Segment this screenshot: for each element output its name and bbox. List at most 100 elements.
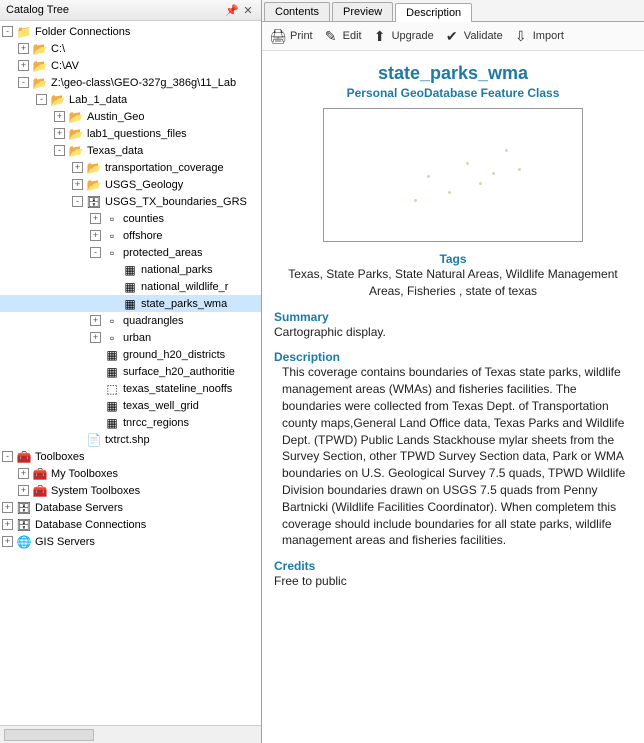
tree-node[interactable]: +🗄Database Servers [0,499,261,516]
tree-node[interactable]: ⬚texas_stateline_nooffs [0,380,261,397]
node-label: transportation_coverage [105,162,224,174]
node-label: surface_h20_authoritie [123,366,235,378]
tree-node[interactable]: ▦national_wildlife_r [0,278,261,295]
tab-description[interactable]: Description [395,3,472,22]
node-icon: ▫ [104,331,120,345]
tree-node[interactable]: +▫offshore [0,227,261,244]
tree-node[interactable]: ▦national_parks [0,261,261,278]
node-icon: 📂 [68,110,84,124]
close-icon[interactable]: ✕ [241,3,255,17]
node-label: offshore [123,230,163,242]
toggle-spacer [90,366,101,377]
credits-text: Free to public [274,573,632,590]
import-button[interactable]: ⇩Import [513,28,564,44]
thumbnail-preview [323,108,583,242]
tree-node[interactable]: +🧰System Toolboxes [0,482,261,499]
expand-icon[interactable]: + [54,128,65,139]
tree-node[interactable]: -📂Texas_data [0,142,261,159]
toggle-spacer [90,417,101,428]
tree-node[interactable]: +▫counties [0,210,261,227]
summary-label: Summary [274,310,632,324]
node-label: quadrangles [123,315,184,327]
expand-icon[interactable]: + [18,485,29,496]
tree-node[interactable]: +📂C:\AV [0,57,261,74]
edit-icon: ✎ [323,28,339,44]
expand-icon[interactable]: + [54,111,65,122]
expand-icon[interactable]: + [18,43,29,54]
pin-icon[interactable]: 📌 [225,3,239,17]
node-label: texas_stateline_nooffs [123,383,232,395]
collapse-icon[interactable]: - [2,451,13,462]
node-label: USGS_TX_boundaries_GRS [105,196,247,208]
description-label: Description [274,350,632,364]
tree-node[interactable]: 📄txtrct.shp [0,431,261,448]
node-label: Database Servers [35,502,123,514]
tags-label: Tags [274,252,632,266]
expand-icon[interactable]: + [2,502,13,513]
tree-node[interactable]: -🗄USGS_TX_boundaries_GRS [0,193,261,210]
tree-node[interactable]: ▦surface_h20_authoritie [0,363,261,380]
tree-node[interactable]: +📂C:\ [0,40,261,57]
node-label: lab1_questions_files [87,128,187,140]
node-icon: ▫ [104,212,120,226]
expand-icon[interactable]: + [72,162,83,173]
upgrade-button[interactable]: ⬆Upgrade [372,28,434,44]
expand-icon[interactable]: + [72,179,83,190]
tree-node[interactable]: +🧰My Toolboxes [0,465,261,482]
collapse-icon[interactable]: - [18,77,29,88]
node-icon: ▦ [122,263,138,277]
collapse-icon[interactable]: - [72,196,83,207]
collapse-icon[interactable]: - [54,145,65,156]
tree-node[interactable]: -📂Lab_1_data [0,91,261,108]
tree-node[interactable]: ▦texas_well_grid [0,397,261,414]
node-label: protected_areas [123,247,203,259]
expand-icon[interactable]: + [90,315,101,326]
collapse-icon[interactable]: - [90,247,101,258]
node-icon: ▦ [104,348,120,362]
collapse-icon[interactable]: - [2,26,13,37]
tree-node[interactable]: ▦ground_h20_districts [0,346,261,363]
toggle-spacer [108,281,119,292]
expand-icon[interactable]: + [2,536,13,547]
tree-node[interactable]: ▦state_parks_wma [0,295,261,312]
expand-icon[interactable]: + [90,230,101,241]
tree-node[interactable]: +📂USGS_Geology [0,176,261,193]
expand-icon[interactable]: + [2,519,13,530]
tree-node[interactable]: +▫urban [0,329,261,346]
tree-node[interactable]: -📂Z:\geo-class\GEO-327g_386g\11_Lab [0,74,261,91]
expand-icon[interactable]: + [90,213,101,224]
node-icon: 📂 [68,127,84,141]
node-icon: 🧰 [16,450,32,464]
tab-contents[interactable]: Contents [264,2,330,21]
edit-button[interactable]: ✎Edit [323,28,362,44]
node-label: national_parks [141,264,213,276]
expand-icon[interactable]: + [18,468,29,479]
catalog-tree[interactable]: -📁Folder Connections+📂C:\+📂C:\AV-📂Z:\geo… [0,21,261,725]
expand-icon[interactable]: + [18,60,29,71]
tree-node[interactable]: +🗄Database Connections [0,516,261,533]
tree-node[interactable]: -▫protected_areas [0,244,261,261]
tree-node[interactable]: +📂lab1_questions_files [0,125,261,142]
tree-node[interactable]: -📁Folder Connections [0,23,261,40]
tree-node[interactable]: -🧰Toolboxes [0,448,261,465]
node-icon: 📂 [32,59,48,73]
import-icon: ⇩ [513,28,529,44]
tree-node[interactable]: ▦tnrcc_regions [0,414,261,431]
validate-button[interactable]: ✔Validate [444,28,503,44]
node-icon: 📂 [86,161,102,175]
horizontal-scrollbar[interactable] [0,725,261,743]
tree-node[interactable]: +📂transportation_coverage [0,159,261,176]
expand-icon[interactable]: + [90,332,101,343]
node-label: C:\ [51,43,65,55]
node-icon: 📁 [16,25,32,39]
tree-node[interactable]: +📂Austin_Geo [0,108,261,125]
item-subtitle: Personal GeoDatabase Feature Class [274,86,632,100]
collapse-icon[interactable]: - [36,94,47,105]
node-icon: 🗄 [86,195,102,209]
tab-preview[interactable]: Preview [332,2,393,21]
node-label: Austin_Geo [87,111,144,123]
tree-node[interactable]: +▫quadrangles [0,312,261,329]
tree-node[interactable]: +🌐GIS Servers [0,533,261,550]
print-button[interactable]: 🖨Print [270,28,313,44]
node-label: counties [123,213,164,225]
